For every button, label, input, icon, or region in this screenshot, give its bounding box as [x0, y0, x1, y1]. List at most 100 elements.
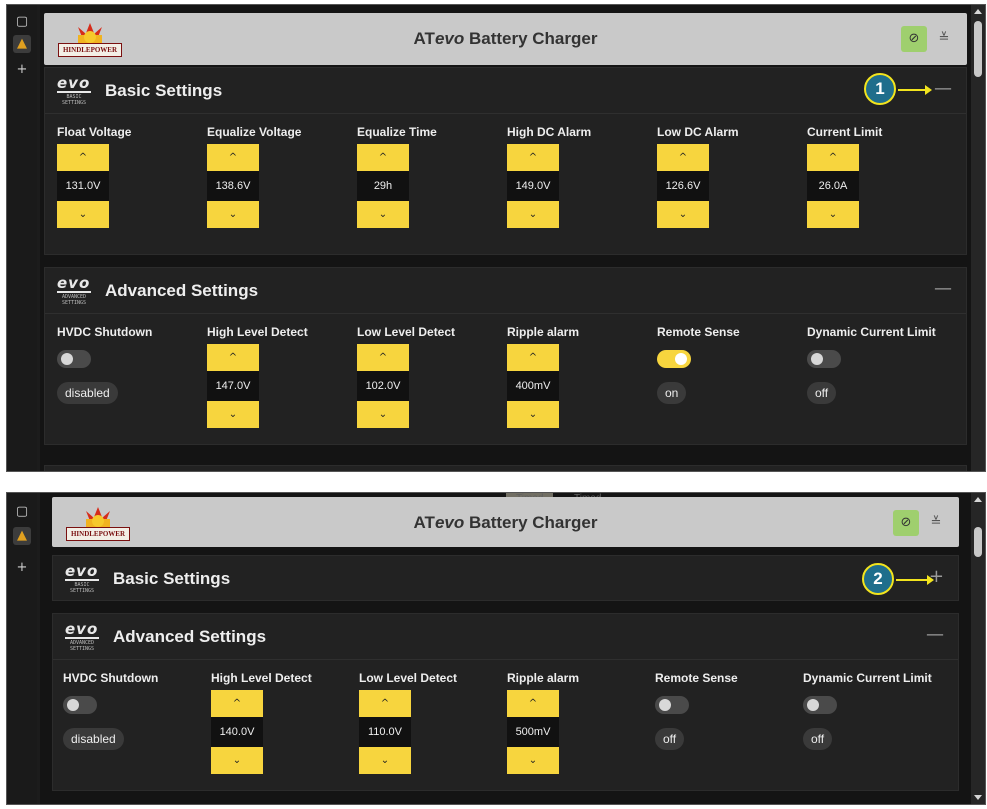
window-icon[interactable]: ▢ [13, 503, 31, 521]
collapse-icon[interactable]: — [926, 624, 944, 645]
window-icon[interactable]: ▢ [13, 13, 31, 31]
high-level-detect-field: High Level Detect ^ 147.0V ⌄ [207, 324, 357, 428]
float-voltage-value: 131.0V [57, 171, 109, 201]
ripple-alarm-value: 400mV [507, 371, 559, 401]
scroll-up-icon[interactable] [974, 497, 982, 502]
scroll-thumb[interactable] [974, 527, 982, 557]
ripple-alarm-value: 500mV [507, 717, 559, 747]
increment-button[interactable]: ^ [507, 144, 559, 171]
check-circle-icon[interactable]: ⊘ [901, 26, 927, 52]
scroll-up-icon[interactable] [974, 9, 982, 14]
increment-button[interactable]: ^ [57, 144, 109, 171]
decrement-button[interactable]: ⌄ [357, 201, 409, 228]
ripple-alarm-field: Ripple alarm ^ 500mV ⌄ [507, 670, 657, 774]
plus-icon[interactable]: + [13, 559, 31, 577]
dynamic-current-limit-toggle[interactable] [803, 696, 837, 714]
increment-button[interactable]: ^ [807, 144, 859, 171]
increment-button[interactable]: ^ [207, 144, 259, 171]
collapse-icon[interactable]: — [934, 78, 952, 99]
evo-advanced-logo: evo ADVANCED SETTINGS [65, 620, 99, 652]
activity-rail: ▢ ▲ + [7, 493, 37, 804]
low-level-detect-field: Low Level Detect ^ 110.0V ⌄ [359, 670, 509, 774]
hindlepower-app-icon[interactable]: ▲ [13, 35, 31, 53]
high-level-detect-stepper: ^ 147.0V ⌄ [207, 344, 259, 428]
scroll-down-icon[interactable] [974, 795, 982, 800]
hindlepower-app-icon[interactable]: ▲ [13, 527, 31, 545]
increment-button[interactable]: ^ [357, 344, 409, 371]
high-level-detect-stepper: ^ 140.0V ⌄ [211, 690, 263, 774]
equalize-time-value: 29h [357, 171, 409, 201]
ripple-alarm-stepper: ^ 400mV ⌄ [507, 344, 559, 428]
screenshot-1: ▢ ▲ + HINDLEPOWER ATevo Battery Charger … [6, 4, 986, 472]
equalize-voltage-value: 138.6V [207, 171, 259, 201]
callout-arrow [898, 85, 932, 95]
decrement-button[interactable]: ⌄ [507, 401, 559, 428]
status-badge: disabled [63, 728, 124, 750]
equalize-time-stepper: ^ 29h ⌄ [357, 144, 409, 228]
low-dc-alarm-value: 126.6V [657, 171, 709, 201]
check-circle-icon[interactable]: ⊘ [893, 510, 919, 536]
dynamic-current-limit-field: Dynamic Current Limit off [807, 324, 957, 404]
activity-rail: ▢ ▲ + [7, 5, 37, 471]
evo-basic-logo: evo BASIC SETTINGS [57, 74, 91, 106]
status-badge: off [807, 382, 837, 404]
decrement-button[interactable]: ⌄ [507, 201, 559, 228]
remote-sense-toggle[interactable] [657, 350, 691, 368]
page-title: ATevo Battery Charger [413, 513, 598, 532]
basic-settings-header[interactable]: evo BASIC SETTINGS Basic Settings + [53, 556, 958, 602]
advanced-settings-panel: evo ADVANCED SETTINGS Advanced Settings … [44, 267, 967, 445]
scrollbar[interactable] [971, 5, 985, 471]
plus-icon[interactable]: + [13, 61, 31, 79]
remote-sense-field: Remote Sense off [655, 670, 805, 750]
decrement-button[interactable]: ⌄ [807, 201, 859, 228]
low-level-detect-stepper: ^ 102.0V ⌄ [357, 344, 409, 428]
remote-sense-toggle[interactable] [655, 696, 689, 714]
increment-button[interactable]: ^ [657, 144, 709, 171]
low-level-detect-stepper: ^ 110.0V ⌄ [359, 690, 411, 774]
dynamic-current-limit-toggle[interactable] [807, 350, 841, 368]
app-header: HINDLEPOWER ATevo Battery Charger ⊘ ≚ [52, 497, 959, 547]
next-panel-edge [44, 465, 967, 471]
low-level-detect-field: Low Level Detect ^ 102.0V ⌄ [357, 324, 507, 428]
high-dc-alarm-value: 149.0V [507, 171, 559, 201]
increment-button[interactable]: ^ [357, 144, 409, 171]
dynamic-current-limit-field: Dynamic Current Limit off [803, 670, 953, 750]
status-badge: off [655, 728, 685, 750]
increment-button[interactable]: ^ [507, 690, 559, 717]
hvdc-shutdown-toggle[interactable] [57, 350, 91, 368]
high-level-detect-value: 140.0V [211, 717, 263, 747]
basic-settings-panel: evo BASIC SETTINGS Basic Settings — Floa… [44, 67, 967, 255]
increment-button[interactable]: ^ [359, 690, 411, 717]
increment-button[interactable]: ^ [507, 344, 559, 371]
decrement-button[interactable]: ⌄ [507, 747, 559, 774]
scroll-thumb[interactable] [974, 21, 982, 77]
hvdc-shutdown-toggle[interactable] [63, 696, 97, 714]
advanced-settings-header[interactable]: evo ADVANCED SETTINGS Advanced Settings … [45, 268, 966, 314]
double-chevron-down-icon[interactable]: ≚ [923, 510, 949, 536]
decrement-button[interactable]: ⌄ [211, 747, 263, 774]
collapse-icon[interactable]: — [934, 278, 952, 299]
decrement-button[interactable]: ⌄ [357, 401, 409, 428]
decrement-button[interactable]: ⌄ [657, 201, 709, 228]
scrollbar[interactable] [971, 493, 985, 804]
ripple-alarm-field: Ripple alarm ^ 400mV ⌄ [507, 324, 657, 428]
double-chevron-down-icon[interactable]: ≚ [931, 26, 957, 52]
basic-settings-header[interactable]: evo BASIC SETTINGS Basic Settings — [45, 68, 966, 114]
equalize-voltage-field: Equalize Voltage ^ 138.6V ⌄ [207, 124, 357, 228]
high-level-detect-value: 147.0V [207, 371, 259, 401]
screenshot-2: ▢ ▲ + Timed Timed HINDLEPOWER ATevo Batt… [6, 492, 986, 805]
float-voltage-stepper: ^ 131.0V ⌄ [57, 144, 109, 228]
advanced-settings-panel: evo ADVANCED SETTINGS Advanced Settings … [52, 613, 959, 791]
current-limit-field: Current Limit ^ 26.0A ⌄ [807, 124, 957, 228]
decrement-button[interactable]: ⌄ [207, 401, 259, 428]
hvdc-shutdown-field: HVDC Shutdown disabled [57, 324, 207, 404]
high-level-detect-field: High Level Detect ^ 140.0V ⌄ [211, 670, 361, 774]
decrement-button[interactable]: ⌄ [359, 747, 411, 774]
increment-button[interactable]: ^ [207, 344, 259, 371]
increment-button[interactable]: ^ [211, 690, 263, 717]
decrement-button[interactable]: ⌄ [57, 201, 109, 228]
advanced-settings-header[interactable]: evo ADVANCED SETTINGS Advanced Settings … [53, 614, 958, 660]
decrement-button[interactable]: ⌄ [207, 201, 259, 228]
callout-2: 2 [862, 563, 894, 595]
advanced-settings-title: Advanced Settings [105, 281, 259, 300]
